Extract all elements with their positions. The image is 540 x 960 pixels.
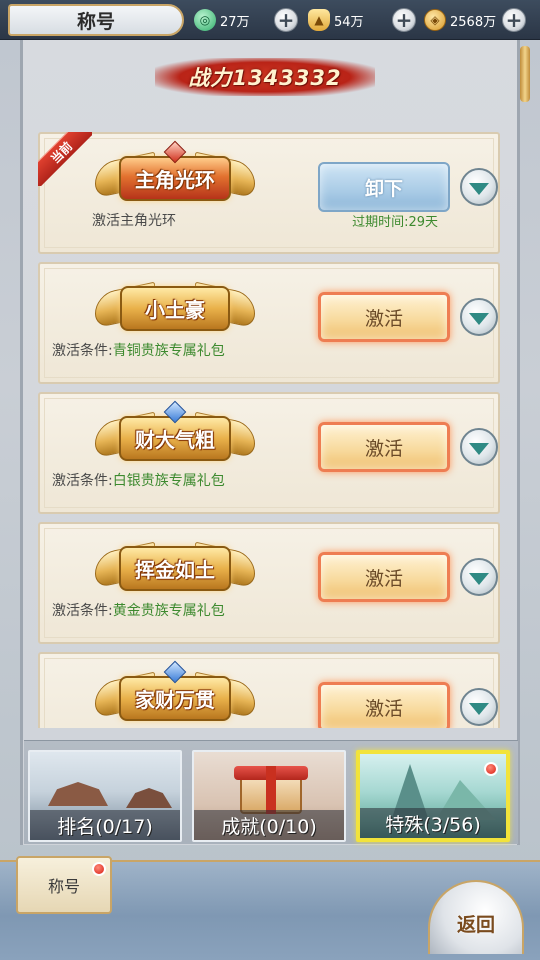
activate-button[interactable]: 激活 [318,682,450,728]
current-badge: 当前 [38,132,92,186]
activate-button[interactable]: 激活 [318,292,450,342]
notification-dot-icon [484,762,498,776]
top-bar: 称号 ◎ 27万 + ▲ 54万 + ◈ 2568万 + [0,0,540,40]
copper-coin-icon: ◈ [424,9,446,31]
title-card-great-fortune: 家财万贯 激活 [38,652,500,728]
notification-dot-icon [92,862,106,876]
tab-label: 成就(0/10) [194,810,344,840]
tab-label: 特殊(3/56) [360,808,506,838]
title-condition: 激活条件:白银贵族专属礼包 [52,473,225,489]
bottom-tab-label: 称号 [47,877,80,896]
title-card-wealthy: 财大气粗 激活条件:白银贵族专属礼包 激活 [38,392,500,514]
bottom-tab-title[interactable]: 称号 [16,856,112,914]
add-jade-button[interactable]: + [274,8,298,32]
title-emblem: 挥金如土 [95,538,255,598]
chevron-down-icon [469,573,489,585]
title-emblem: 家财万贯 [95,660,255,728]
jade-resource: ◎ 27万 [194,7,250,33]
activate-button[interactable]: 激活 [318,552,450,602]
coin-value: 2568万 [450,14,497,30]
combat-power-banner: 战力1343332 [155,58,375,96]
title-card-spendthrift: 挥金如土 激活条件:黄金贵族专属礼包 激活 [38,522,500,644]
jade-icon: ◎ [194,9,216,31]
activate-button[interactable]: 激活 [318,422,450,472]
tab-label: 排名(0/17) [30,810,180,840]
title-card-little-rich: 小土豪 激活条件:青铜贵族专属礼包 激活 [38,262,500,384]
expand-button[interactable] [460,168,498,206]
title-emblem: 小土豪 [95,278,255,338]
ingot-value: 54万 [334,14,364,30]
unequip-button[interactable]: 卸下 [318,162,450,212]
title-list[interactable]: 当前 主角光环 激活主角光环 过期时间:29天 卸下 小土豪 激活条件:青铜贵族… [38,128,500,728]
chevron-down-icon [469,313,489,325]
title-name: 挥金如土 [119,545,231,591]
title-condition: 激活条件:青铜贵族专属礼包 [52,343,225,359]
expand-button[interactable] [460,688,498,726]
gold-ingot-icon: ▲ [308,9,330,31]
tab-special[interactable]: 特殊(3/56) [356,750,510,842]
tab-achievement[interactable]: 成就(0/10) [192,750,346,842]
title-plate: 称号 [8,4,184,36]
title-condition: 激活条件:黄金贵族专属礼包 [52,603,225,619]
jade-value: 27万 [220,14,250,30]
chevron-down-icon [469,183,489,195]
title-expire: 过期时间:29天 [352,215,438,230]
add-coin-button[interactable]: + [502,8,526,32]
chevron-down-icon [469,443,489,455]
title-card-main-halo: 当前 主角光环 激活主角光环 过期时间:29天 卸下 [38,132,500,254]
combat-power-text: 战力1343332 [188,66,342,90]
add-ingot-button[interactable]: + [392,8,416,32]
back-label: 返回 [456,913,495,936]
expand-button[interactable] [460,298,498,336]
tab-ranking[interactable]: 排名(0/17) [28,750,182,842]
expand-button[interactable] [460,558,498,596]
scroll-ornament [520,46,530,102]
title-emblem: 财大气粗 [95,400,255,468]
page-title: 称号 [76,10,115,33]
title-condition: 激活主角光环 [92,213,176,229]
expand-button[interactable] [460,428,498,466]
coin-resource: ◈ 2568万 [424,7,496,33]
ingot-resource: ▲ 54万 [308,7,364,33]
chevron-down-icon [469,703,489,715]
title-emblem: 主角光环 [95,140,255,208]
title-name: 小土豪 [120,285,230,331]
